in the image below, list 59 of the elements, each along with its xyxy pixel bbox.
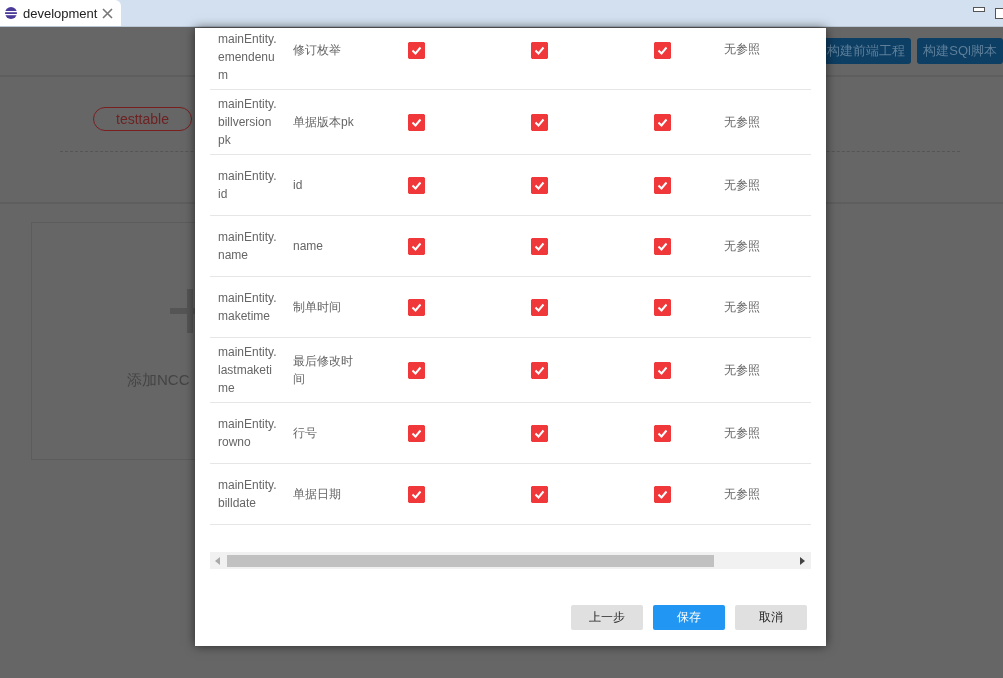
scroll-left-icon[interactable] (215, 556, 221, 565)
checkbox[interactable] (408, 113, 425, 131)
toolbar-button[interactable]: 构建SQl脚本 (917, 38, 1003, 64)
table-cell-text: 单据日期 (293, 486, 342, 503)
table-cell-text: mainEntity.billdate (218, 477, 278, 512)
checkbox[interactable] (531, 424, 548, 442)
table-cell: 无参照 (724, 298, 760, 316)
table-cell: 无参照 (724, 361, 760, 379)
dialog-button[interactable]: 上一步 (571, 605, 643, 630)
table-cell: 无参照 (724, 485, 760, 503)
checkbox[interactable] (654, 361, 671, 379)
table-cell: 无参照 (724, 176, 760, 194)
checkbox[interactable] (408, 361, 425, 379)
scroll-right-icon[interactable] (800, 556, 806, 565)
table-cell-text: id (293, 177, 304, 194)
checkbox[interactable] (408, 237, 425, 255)
minimize-icon[interactable] (973, 7, 985, 13)
checkbox[interactable] (408, 485, 425, 503)
table-cell-text: 修订枚举 (293, 42, 342, 59)
sphere-icon (4, 6, 18, 20)
checkbox[interactable] (531, 42, 548, 59)
horizontal-scrollbar[interactable] (210, 552, 811, 569)
checkbox[interactable] (531, 298, 548, 316)
table-cell-text: mainEntity.maketime (218, 290, 278, 325)
checkbox[interactable] (654, 113, 671, 131)
checkbox[interactable] (531, 113, 548, 131)
checkbox[interactable] (531, 176, 548, 194)
table-cell-text: mainEntity.billversionpk (218, 96, 278, 149)
checkbox[interactable] (654, 298, 671, 316)
close-icon[interactable] (102, 7, 114, 19)
checkbox[interactable] (408, 298, 425, 316)
table-cell-text: mainEntity.lastmaketime (218, 344, 278, 397)
checkbox[interactable] (408, 42, 425, 59)
checkbox[interactable] (654, 424, 671, 442)
table-cell: 无参照 (724, 424, 760, 442)
table-cell: 无参照 (724, 113, 760, 131)
checkbox[interactable] (531, 485, 548, 503)
table-cell-text: 行号 (293, 425, 318, 442)
table-cell-text: 单据版本pk (293, 114, 355, 131)
table-cell-text: mainEntity.emendenum (218, 31, 278, 84)
checkbox[interactable] (408, 176, 425, 194)
checkbox[interactable] (408, 424, 425, 442)
plus-icon (170, 289, 196, 333)
checkbox[interactable] (654, 42, 671, 59)
table-cell-text: name (293, 238, 325, 255)
checkbox[interactable] (531, 361, 548, 379)
table-cell: 无参照 (724, 41, 760, 58)
editor-tab[interactable]: development (0, 0, 122, 26)
table-cell: 无参照 (724, 237, 760, 255)
checkbox[interactable] (654, 237, 671, 255)
table-cell-text: mainEntity.rowno (218, 416, 278, 451)
table-cell-text: mainEntity.name (218, 229, 278, 264)
dialog-button[interactable]: 取消 (735, 605, 807, 630)
checkbox[interactable] (654, 176, 671, 194)
checkbox[interactable] (654, 485, 671, 503)
maximize-icon[interactable] (995, 7, 1003, 19)
dialog-button[interactable]: 保存 (653, 605, 725, 630)
checkbox[interactable] (531, 237, 548, 255)
table-cell-text: mainEntity.id (218, 168, 278, 203)
